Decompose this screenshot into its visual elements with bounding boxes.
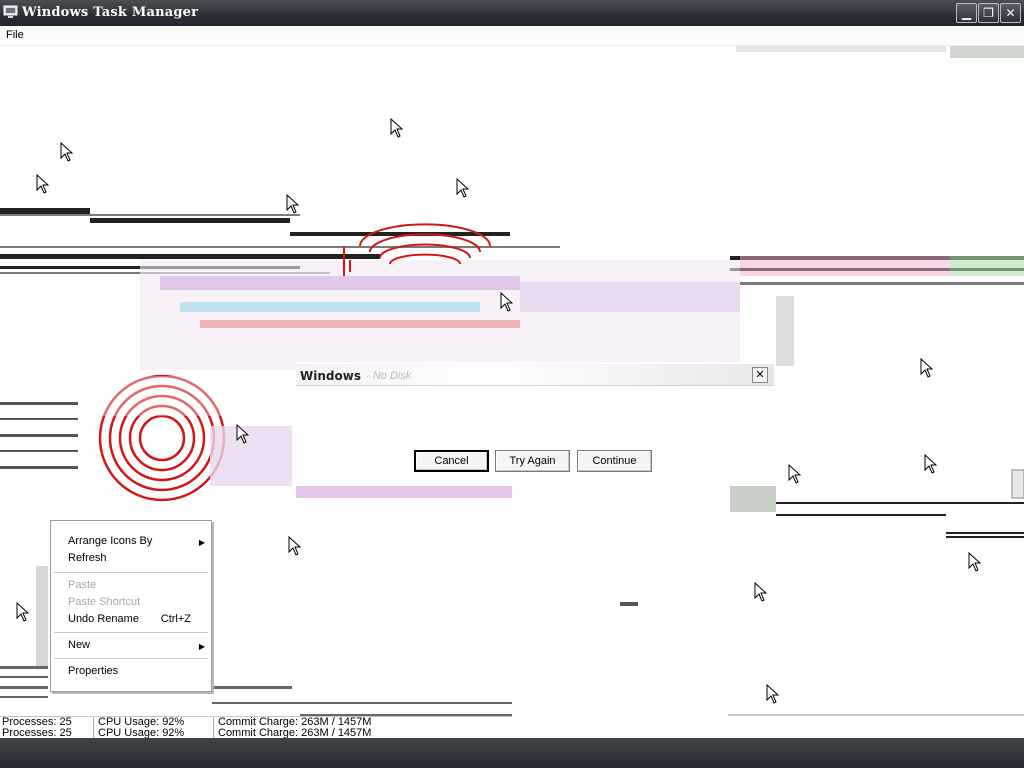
status-commit-charge: Commit Charge: 263M / 1457M Commit Charg…	[216, 717, 512, 739]
status-cpu-usage: CPU Usage: 92% CPU Usage: 92%	[96, 717, 214, 739]
dialog-title-bar: Windows - No Disk ✕	[296, 364, 774, 386]
menu-item-paste-shortcut: Paste Shortcut	[68, 596, 140, 608]
close-icon: ✕	[1005, 6, 1016, 20]
taskbar	[0, 738, 1024, 768]
arrow-cursor-icon	[788, 464, 802, 484]
arrow-cursor-icon	[36, 174, 50, 194]
menu-item-properties[interactable]: Properties	[68, 665, 118, 677]
desktop-context-menu: Arrange Icons By ▶ Refresh Paste Paste S…	[50, 520, 212, 692]
menu-item-label: Paste Shortcut	[68, 596, 141, 608]
minimize-icon: ▁	[961, 6, 972, 20]
try-again-button[interactable]: Try Again	[495, 450, 570, 472]
minimize-button[interactable]: ▁	[956, 3, 977, 23]
close-icon: ✕	[755, 369, 765, 381]
menu-item-new[interactable]: New	[68, 639, 90, 651]
arrow-cursor-icon	[924, 454, 938, 474]
close-button[interactable]: ✕	[1000, 3, 1021, 23]
arrow-cursor-icon	[286, 194, 300, 214]
arrow-cursor-icon	[920, 358, 934, 378]
arrow-cursor-icon	[236, 424, 250, 444]
menu-file[interactable]: File	[6, 29, 24, 41]
status-bar: Processes: 25 Processes: 25 CPU Usage: 9…	[0, 716, 512, 739]
menu-item-refresh[interactable]: Refresh	[68, 552, 107, 564]
title-bar: Windows Task Manager ▁ ❐ ✕	[0, 0, 1024, 26]
submenu-arrow-icon: ▶	[198, 538, 205, 547]
menu-item-undo-rename[interactable]: Undo Rename	[68, 613, 139, 625]
menu-item-arrange-icons[interactable]: Arrange Icons By	[68, 535, 208, 547]
menu-item-label: Paste	[68, 579, 97, 591]
arrow-cursor-icon	[288, 536, 302, 556]
restore-icon: ❐	[983, 6, 994, 20]
arrow-cursor-icon	[60, 142, 74, 162]
menu-item-label: Properties	[68, 665, 119, 677]
menu-separator	[54, 632, 208, 633]
dialog-close-button[interactable]: ✕	[752, 367, 768, 383]
dialog-title: Windows	[300, 369, 361, 383]
dialog-subtitle: - No Disk	[366, 370, 412, 382]
submenu-arrow-icon: ▶	[198, 642, 205, 651]
arrow-cursor-icon	[500, 292, 514, 312]
arrow-cursor-icon	[968, 552, 982, 572]
arrow-cursor-icon	[16, 602, 30, 622]
arrow-cursor-icon	[754, 582, 768, 602]
menu-item-label: Refresh	[68, 552, 107, 564]
arrow-cursor-icon	[456, 178, 470, 198]
window-title: Windows Task Manager	[22, 5, 199, 20]
computer-icon	[3, 5, 18, 18]
menu-item-label: Arrange Icons By	[68, 535, 153, 547]
menu-item-label: Undo Rename	[68, 613, 139, 625]
continue-button[interactable]: Continue	[577, 450, 652, 472]
menu-separator	[54, 658, 208, 659]
menu-bar: File	[0, 26, 1024, 46]
menu-separator	[54, 572, 208, 573]
arrow-cursor-icon	[390, 118, 404, 138]
no-disk-dialog: Windows - No Disk ✕ Cancel Try Again Con…	[296, 362, 776, 486]
menu-item-paste: Paste	[68, 579, 96, 591]
status-processes: Processes: 25 Processes: 25	[0, 717, 94, 739]
menu-item-label: New	[68, 639, 91, 651]
cancel-button[interactable]: Cancel	[414, 450, 489, 472]
arrow-cursor-icon	[766, 684, 780, 704]
menu-item-shortcut: Ctrl+Z	[160, 613, 191, 625]
restore-button[interactable]: ❐	[978, 3, 999, 23]
